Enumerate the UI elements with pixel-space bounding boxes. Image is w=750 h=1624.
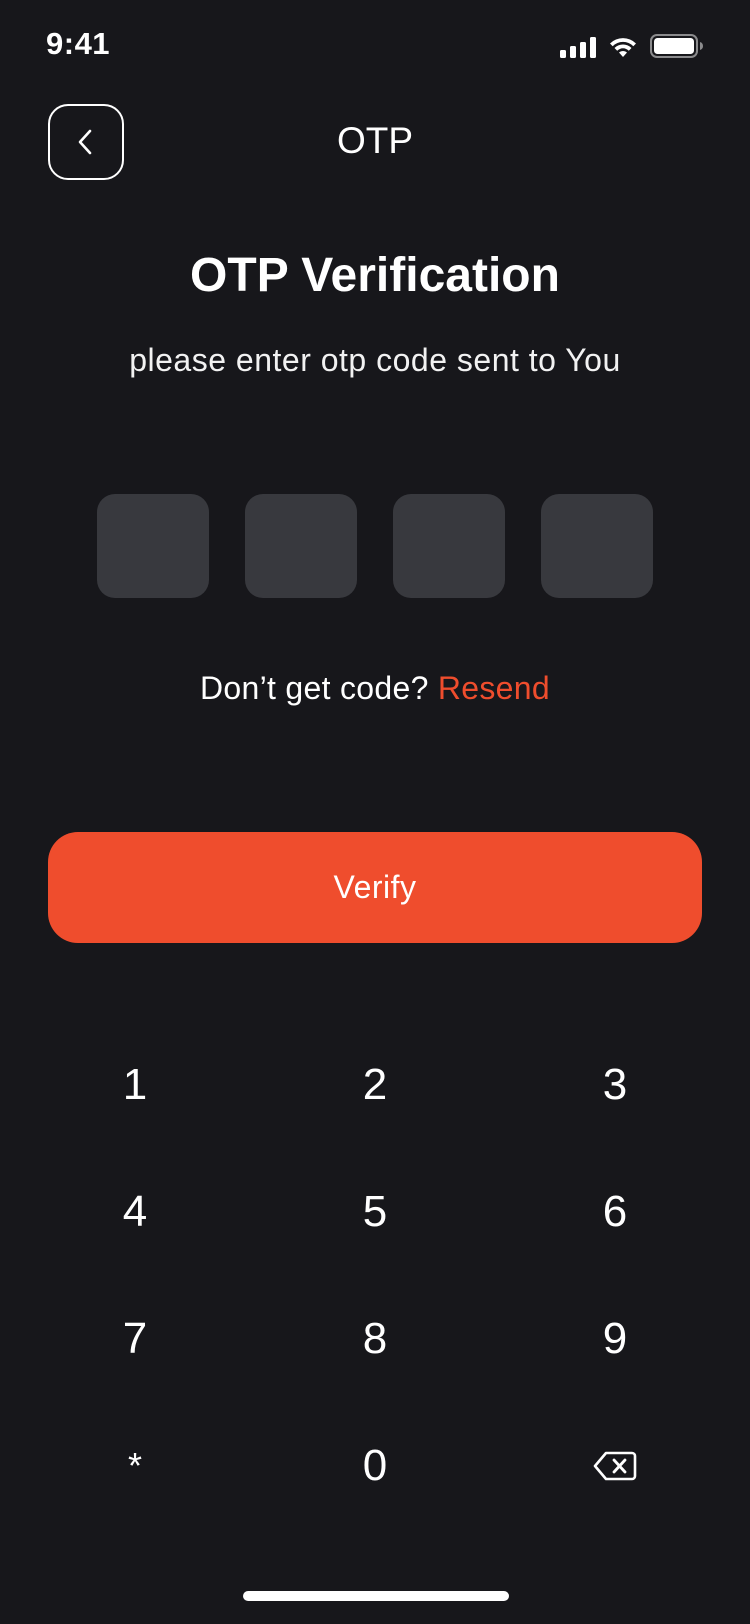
verify-button[interactable]: Verify: [48, 832, 702, 943]
otp-digit-1[interactable]: [97, 494, 209, 598]
battery-icon: [650, 34, 703, 58]
otp-input-group: [97, 494, 653, 598]
status-bar: 9:41: [0, 0, 750, 90]
key-2[interactable]: 2: [285, 1030, 465, 1140]
key-star[interactable]: *: [45, 1411, 225, 1521]
header-title: OTP: [336, 120, 414, 161]
key-8[interactable]: 8: [285, 1284, 465, 1394]
otp-digit-4[interactable]: [541, 494, 653, 598]
key-4[interactable]: 4: [45, 1157, 225, 1267]
status-time: 9:41: [46, 26, 111, 61]
key-9[interactable]: 9: [525, 1284, 705, 1394]
status-icons: [560, 34, 704, 58]
backspace-icon: [593, 1451, 637, 1481]
key-6[interactable]: 6: [525, 1157, 705, 1267]
resend-row: Don’t get code? Resend: [0, 670, 750, 707]
key-0[interactable]: 0: [285, 1411, 465, 1521]
page-title: OTP Verification: [190, 249, 560, 302]
subtitle: please enter otp code sent to You: [129, 342, 621, 378]
otp-digit-2[interactable]: [245, 494, 357, 598]
key-1[interactable]: 1: [45, 1030, 225, 1140]
otp-digit-3[interactable]: [393, 494, 505, 598]
resend-prompt: Don’t get code?: [200, 670, 429, 706]
key-5[interactable]: 5: [285, 1157, 465, 1267]
key-7[interactable]: 7: [45, 1284, 225, 1394]
key-backspace[interactable]: [525, 1411, 705, 1521]
wifi-icon: [610, 38, 636, 57]
signal-icon: [560, 36, 596, 58]
home-indicator: [243, 1591, 509, 1601]
key-3[interactable]: 3: [525, 1030, 705, 1140]
resend-link[interactable]: Resend: [438, 670, 550, 706]
